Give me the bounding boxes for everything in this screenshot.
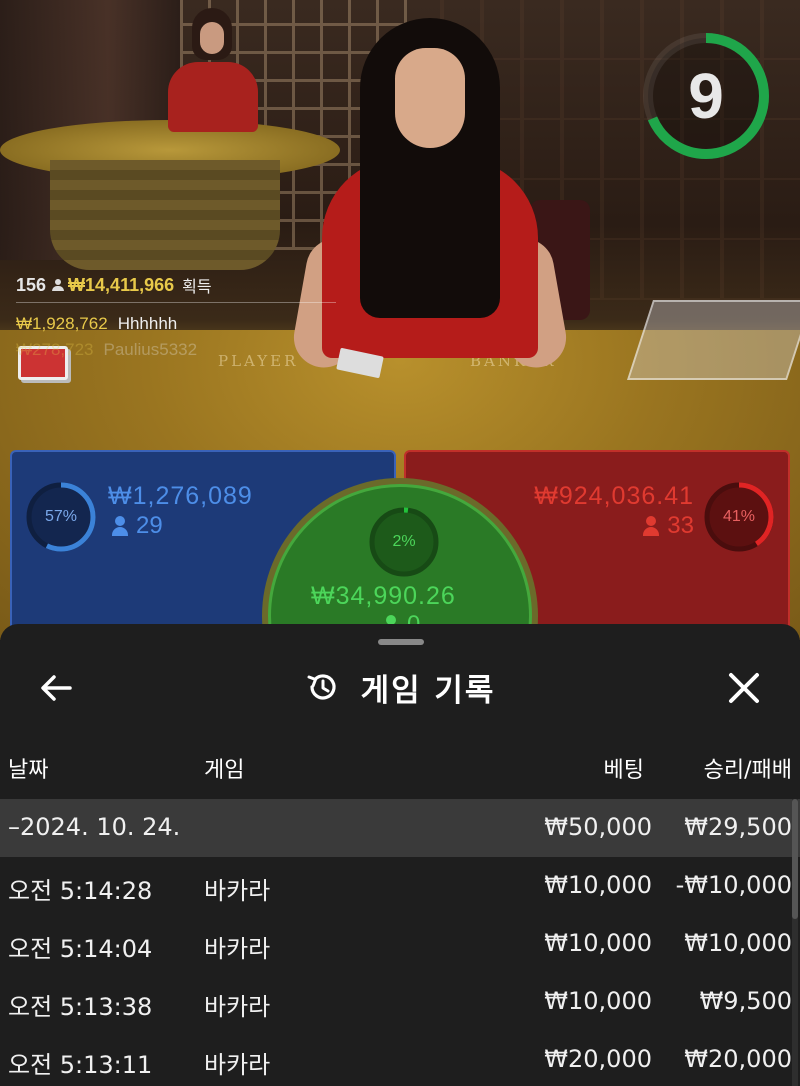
row-bet: ₩10,000 xyxy=(544,929,652,957)
history-scrollbar[interactable] xyxy=(792,799,798,1086)
player-bettor-count: 29 xyxy=(136,512,163,539)
banker-percent: 41% xyxy=(722,508,756,525)
winner-name: Hhhhhh xyxy=(117,314,178,333)
tie-percent: 2% xyxy=(392,533,416,550)
row-game: 바카라 xyxy=(204,935,271,963)
row-result: ₩10,000 xyxy=(684,929,792,957)
winners-count: 156 xyxy=(16,274,47,295)
tie-bet-total: ₩34,990.26 xyxy=(311,582,456,610)
col-date: 날짜 xyxy=(8,758,49,783)
row-result: -₩10,000 xyxy=(675,871,792,899)
winner-amount: ₩278,723 xyxy=(16,340,94,359)
player-bet-total: ₩1,276,089 xyxy=(108,482,253,510)
row-bet: ₩10,000 xyxy=(544,871,652,899)
winner-name: Paulius5332 xyxy=(103,340,198,359)
user-icon xyxy=(112,516,128,536)
winners-total: ₩14,411,966 xyxy=(68,274,175,295)
row-time: 오전 5:13:38 xyxy=(8,993,153,1021)
game-history-sheet: 게임 기록 날짜 게임 베팅 승리/패배 –2024. 10. 24. ₩50,… xyxy=(0,624,800,1086)
player-percent: 57% xyxy=(44,508,78,525)
row-game: 바카라 xyxy=(204,993,271,1021)
user-icon xyxy=(52,279,65,291)
timer-seconds: 9 xyxy=(688,60,724,132)
card-shoe xyxy=(627,300,800,380)
col-game: 게임 xyxy=(204,758,245,783)
user-icon xyxy=(643,516,660,536)
history-clock-icon xyxy=(307,674,336,700)
table-row[interactable]: 오전 5:14:28 바카라 ₩10,000 -₩10,000 xyxy=(0,857,800,915)
row-time: 오전 5:14:28 xyxy=(8,877,153,905)
sheet-drag-handle[interactable] xyxy=(378,639,424,645)
winners-summary: 156 ₩14,411,966 획득 xyxy=(16,270,356,300)
close-button[interactable] xyxy=(722,666,766,710)
row-game: 바카라 xyxy=(204,1051,271,1079)
table-row[interactable]: 오전 5:14:04 바카라 ₩10,000 ₩10,000 xyxy=(0,915,800,973)
winners-divider xyxy=(16,302,336,303)
winner-item: ₩278,723 Paulius5332 xyxy=(16,337,356,363)
col-result: 승리/패배 xyxy=(703,758,792,783)
col-bet: 베팅 xyxy=(603,758,644,783)
winners-feed: 156 ₩14,411,966 획득 ₩1,928,762 Hhhhhh ₩27… xyxy=(16,270,356,363)
banker-bettors: 33 xyxy=(643,512,694,540)
player-percent-ring: 57% xyxy=(24,480,98,554)
date-group-result: ₩29,500 xyxy=(684,813,792,841)
row-bet: ₩10,000 xyxy=(544,987,652,1015)
row-result: ₩20,000 xyxy=(684,1045,792,1073)
banker-percent-ring: 41% xyxy=(702,480,776,554)
winner-item: ₩1,928,762 Hhhhhh xyxy=(16,311,356,337)
background-dealer xyxy=(168,8,258,132)
row-bet: ₩20,000 xyxy=(544,1045,652,1073)
history-table-body: –2024. 10. 24. ₩50,000 ₩29,500 오전 5:14:2… xyxy=(0,799,800,1086)
history-table-header: 날짜 게임 베팅 승리/패배 xyxy=(0,752,800,788)
winner-amount: ₩1,928,762 xyxy=(16,314,108,333)
date-group-label: –2024. 10. 24. xyxy=(8,813,181,841)
player-bettors: 29 xyxy=(112,512,163,540)
tie-percent-ring: 2% xyxy=(367,505,441,579)
back-button[interactable] xyxy=(34,666,78,710)
scrollbar-thumb[interactable] xyxy=(792,799,798,919)
sheet-title: 게임 기록 xyxy=(360,672,496,709)
back-arrow-icon xyxy=(41,675,72,701)
row-time: 오전 5:13:11 xyxy=(8,1051,153,1079)
row-game: 바카라 xyxy=(204,877,271,905)
winners-label: 획득 xyxy=(182,277,212,296)
banker-bet-total: ₩924,036.41 xyxy=(534,482,694,510)
table-row[interactable]: 오전 5:13:38 바카라 ₩10,000 ₩9,500 xyxy=(0,973,800,1031)
banker-bettor-count: 33 xyxy=(667,512,694,539)
sheet-title-group: 게임 기록 xyxy=(0,654,800,720)
close-icon xyxy=(729,673,759,703)
date-group-bet: ₩50,000 xyxy=(544,813,652,841)
countdown-timer: 9 xyxy=(640,30,772,162)
row-result: ₩9,500 xyxy=(699,987,792,1015)
date-group-row[interactable]: –2024. 10. 24. ₩50,000 ₩29,500 xyxy=(0,799,800,857)
row-time: 오전 5:14:04 xyxy=(8,935,153,963)
table-row[interactable]: 오전 5:13:11 바카라 ₩20,000 ₩20,000 xyxy=(0,1031,800,1086)
background-table-base xyxy=(50,160,280,270)
sheet-header: 게임 기록 xyxy=(0,654,800,720)
